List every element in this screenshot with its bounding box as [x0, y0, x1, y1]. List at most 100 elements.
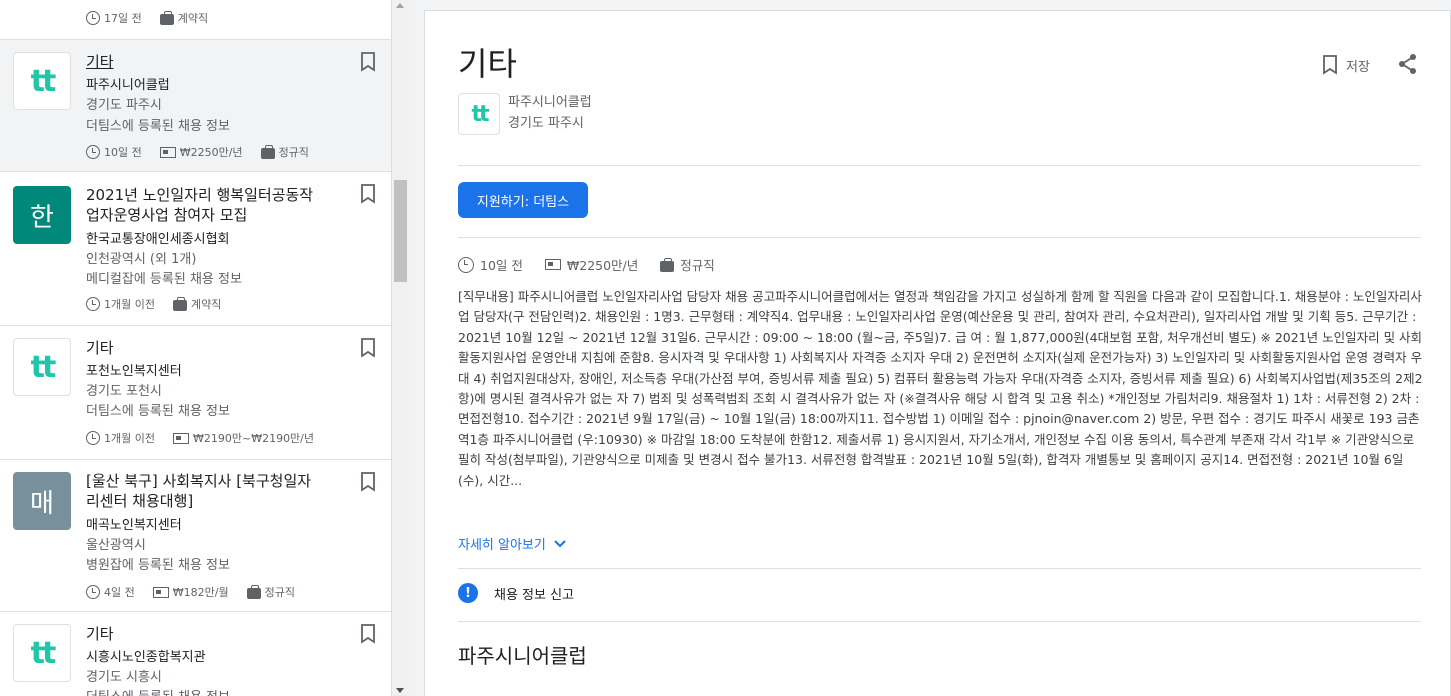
salary: ₩2190만~₩2190만/년	[192, 432, 315, 445]
job-card[interactable]: 매 [울산 북구] 사회복지사 [북구청일자 리센터 채용대행] 매곡노인복지센…	[0, 460, 391, 612]
posted-time: 17일 전	[104, 12, 142, 25]
company-logo: 한	[13, 186, 71, 244]
company-name: 시흥시노인종합복지관	[86, 650, 206, 665]
company-name: 한국교통장애인세종시협회	[86, 232, 230, 247]
clock-icon	[86, 297, 100, 311]
company-logo: tt	[13, 624, 71, 682]
job-title[interactable]: 2021년 노인일자리 행복일터공동작	[86, 185, 346, 205]
job-meta: 10일 전 ₩2250만/년 정규직	[86, 144, 309, 160]
report-job-button[interactable]: ! 채용 정보 신고	[458, 583, 574, 603]
bookmark-icon[interactable]	[360, 338, 376, 358]
divider	[458, 621, 1421, 622]
briefcase-icon	[260, 145, 275, 159]
show-more-label: 자세히 알아보기	[458, 538, 546, 553]
job-source: 더팀스에 등록된 채용 정보	[86, 119, 230, 134]
job-source: 병원잡에 등록된 채용 정보	[86, 558, 230, 573]
job-card[interactable]: 한 2021년 노인일자리 행복일터공동작 업자운영사업 참여자 모집 한국교통…	[0, 172, 391, 326]
job-title-line2[interactable]: 업자운영사업 참여자 모집	[86, 205, 346, 225]
clock-icon	[458, 256, 474, 273]
job-title[interactable]: 기타	[86, 52, 346, 72]
employment-type: 정규직	[680, 258, 715, 273]
job-card[interactable]: tt 기타 파주시니어클럽 경기도 파주시 더팀스에 등록된 채용 정보 10일…	[0, 40, 391, 172]
job-meta: 1개월 이전 계약직	[86, 296, 221, 312]
company-name: 매곡노인복지센터	[86, 518, 182, 533]
job-location: 경기도 포천시	[86, 384, 162, 399]
apply-button[interactable]: 지원하기: 더팀스	[458, 182, 588, 218]
salary-icon	[159, 146, 176, 158]
company-name: 포천노인복지센터	[86, 364, 182, 379]
job-location: 경기도 파주시	[86, 98, 162, 113]
job-detail-panel: 기타 저장 tt 파주시니어클럽 경기도 파주시 지원하기: 더팀스 10일 전…	[424, 10, 1451, 696]
save-button[interactable]: 저장	[1322, 55, 1370, 75]
bookmark-icon[interactable]	[360, 472, 376, 492]
job-card[interactable]: tt 기타 시흥시노인종합복지관 경기도 시흥시 더팀스에 등록된 채용 정보	[0, 612, 391, 696]
job-location: 울산광역시	[86, 538, 146, 553]
salary-icon	[172, 432, 189, 444]
detail-title: 기타	[458, 45, 517, 83]
clock-icon	[86, 145, 100, 159]
job-location: 인천광역시 (외 1개)	[86, 252, 197, 267]
job-list[interactable]: 17일 전 계약직 tt 기타 파주시니어클럽 경기도 파주시 더팀스에 등록된…	[0, 0, 392, 696]
job-title-line2[interactable]: 리센터 채용대행]	[86, 491, 346, 511]
job-card[interactable]: tt 기타 포천노인복지센터 경기도 포천시 더팀스에 등록된 채용 정보 1개…	[0, 326, 391, 460]
scrollbar-thumb[interactable]	[394, 180, 407, 282]
scroll-up-icon[interactable]	[396, 3, 404, 8]
company-section-title: 파주시니어클럽	[458, 644, 587, 668]
clock-icon	[86, 431, 100, 445]
employment-type: 정규직	[264, 586, 295, 599]
job-location: 경기도 시흥시	[86, 670, 162, 685]
list-scrollbar[interactable]	[392, 0, 409, 696]
divider	[458, 237, 1421, 238]
job-source: 더팀스에 등록된 채용 정보	[86, 404, 230, 419]
report-label: 채용 정보 신고	[494, 587, 575, 603]
chevron-down-icon	[554, 539, 566, 547]
job-meta: 17일 전 계약직	[86, 10, 208, 26]
company-logo: tt	[13, 338, 71, 396]
company-logo: tt	[13, 52, 71, 110]
job-description: [직무내용] 파주시니어클럽 노인일자리사업 담당자 채용 공고파주시니어클럽에…	[458, 289, 1423, 488]
save-label: 저장	[1346, 59, 1370, 75]
show-more-button[interactable]: 자세히 알아보기	[458, 534, 566, 553]
job-meta: 4일 전 ₩182만/월 정규직	[86, 584, 295, 600]
bookmark-icon	[1323, 55, 1337, 75]
clock-icon	[86, 11, 100, 25]
briefcase-icon	[246, 585, 261, 599]
posted-time: 10일 전	[104, 146, 142, 159]
bookmark-icon[interactable]	[360, 52, 376, 72]
scroll-down-icon[interactable]	[396, 688, 404, 693]
employment-type: 계약직	[190, 298, 222, 311]
briefcase-icon	[159, 11, 174, 25]
job-card-partial[interactable]: 17일 전 계약직	[0, 0, 391, 40]
alert-icon: !	[458, 583, 478, 603]
salary-icon	[544, 259, 561, 270]
posted-time: 1개월 이전	[104, 432, 155, 445]
detail-company: 파주시니어클럽	[508, 95, 592, 110]
detail-location: 경기도 파주시	[508, 116, 584, 131]
employment-type: 정규직	[278, 146, 309, 159]
briefcase-icon	[660, 257, 675, 272]
posted-time: 1개월 이전	[104, 298, 155, 311]
job-source: 메디컬잡에 등록된 채용 정보	[86, 272, 242, 287]
divider	[458, 568, 1421, 569]
company-logo: tt	[458, 93, 500, 135]
job-title[interactable]: 기타	[86, 338, 346, 358]
posted-time: 10일 전	[480, 258, 523, 273]
app-window: 17일 전 계약직 tt 기타 파주시니어클럽 경기도 파주시 더팀스에 등록된…	[0, 0, 1451, 696]
job-source: 더팀스에 등록된 채용 정보	[86, 686, 230, 696]
job-title[interactable]: [울산 북구] 사회복지사 [북구청일자	[86, 471, 346, 491]
bookmark-icon[interactable]	[360, 624, 376, 644]
bookmark-icon[interactable]	[360, 184, 376, 204]
briefcase-icon	[172, 297, 187, 311]
clock-icon	[86, 585, 100, 599]
company-name: 파주시니어클럽	[86, 78, 170, 93]
salary: ₩2250만/년	[179, 146, 243, 159]
divider	[458, 165, 1421, 166]
company-logo: 매	[13, 472, 71, 530]
job-title[interactable]: 기타	[86, 624, 346, 644]
detail-meta: 10일 전 ₩2250만/년 정규직	[458, 255, 715, 274]
salary: ₩182만/월	[172, 586, 229, 599]
job-meta: 1개월 이전 ₩2190만~₩2190만/년	[86, 430, 314, 446]
posted-time: 4일 전	[104, 586, 135, 599]
share-icon[interactable]	[1398, 53, 1418, 75]
salary: ₩2250만/년	[566, 258, 639, 273]
